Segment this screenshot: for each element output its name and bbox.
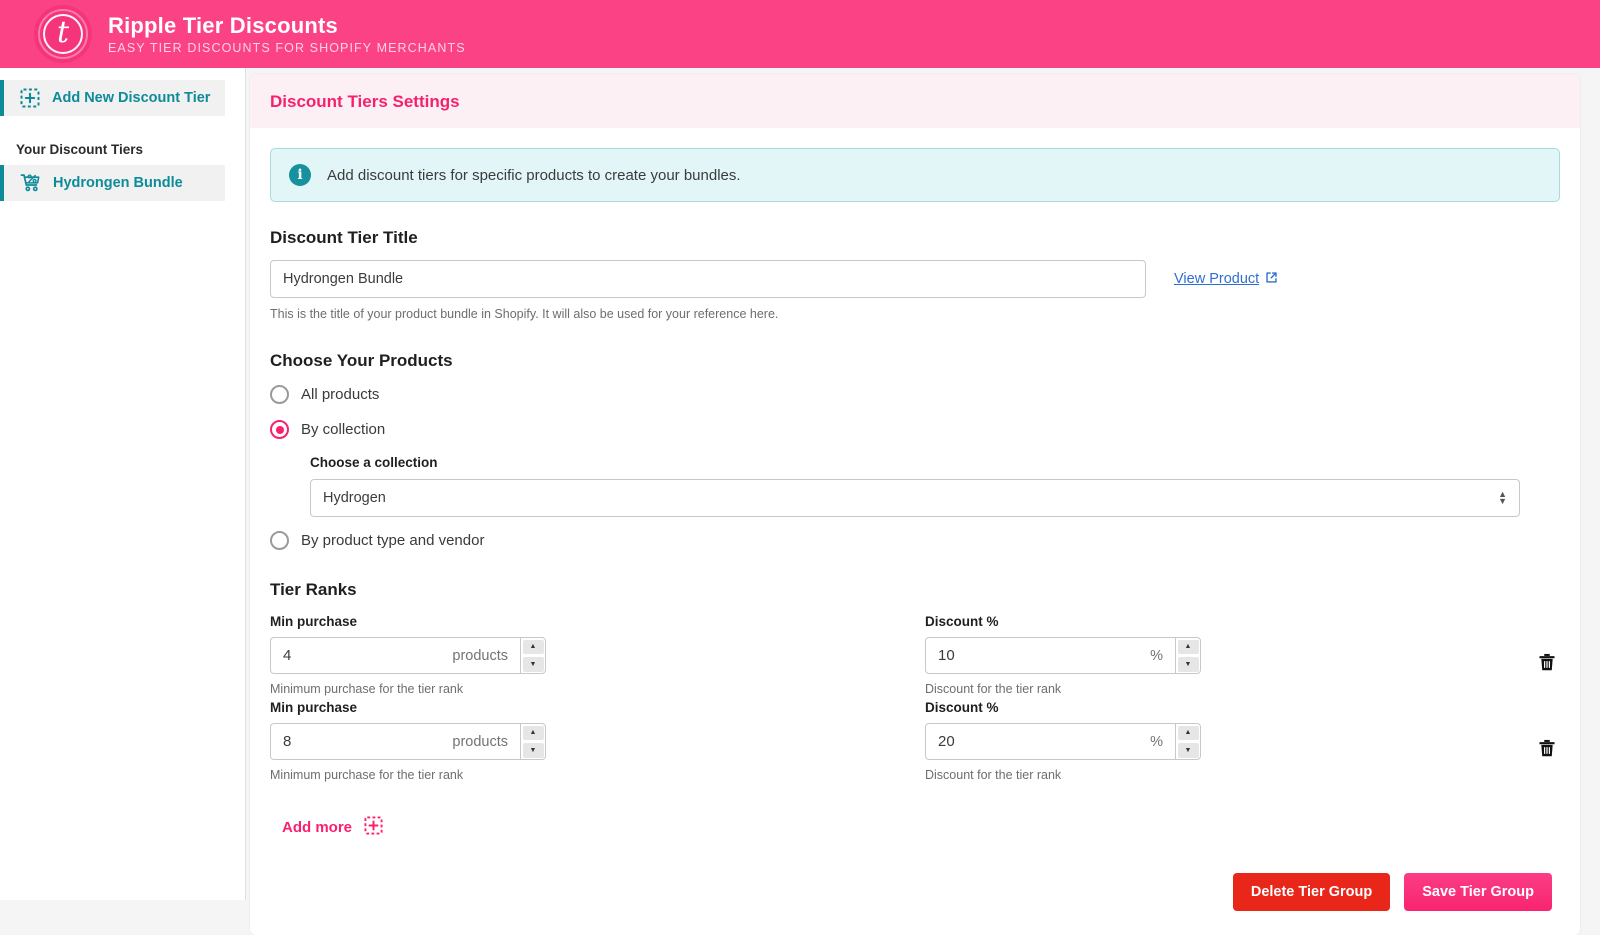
discount-input[interactable]: 20 % (925, 723, 1175, 760)
tier-rank-row: Min purchase 4 products ▲ ▼ Minimum purc… (270, 614, 1560, 696)
panel-header: Discount Tiers Settings (250, 74, 1580, 128)
discount-label: Discount % (925, 700, 999, 715)
add-more-label: Add more (282, 819, 353, 836)
tier-min-purchase-column: Min purchase 4 products ▲ ▼ Minimum purc… (270, 614, 925, 696)
min-purchase-input[interactable]: 4 products (270, 637, 520, 674)
radio-option-all-products[interactable]: All products (270, 385, 1560, 404)
trash-icon (1536, 653, 1558, 676)
min-purchase-stepper-wrap: 4 products ▲ ▼ (270, 637, 925, 674)
cart-percent-icon (20, 173, 41, 194)
discount-increment-button[interactable]: ▲ (1177, 639, 1199, 654)
logo-letter: t (56, 15, 70, 50)
body-area: Add New Discount Tier Your Discount Tier… (0, 68, 1600, 935)
panel-body: i Add discount tiers for specific produc… (250, 128, 1580, 911)
info-banner: i Add discount tiers for specific produc… (270, 148, 1560, 202)
discount-help: Discount for the tier rank (925, 768, 1062, 782)
radio-label-all-products: All products (301, 386, 380, 403)
ripple-circle-logo-icon: t (34, 5, 92, 63)
add-more-button[interactable]: Add more (282, 816, 383, 839)
choose-a-collection-label: Choose a collection (310, 455, 438, 470)
choose-your-products-heading: Choose Your Products (270, 351, 453, 370)
chevron-updown-icon: ▲ ▼ (1498, 488, 1507, 506)
info-circle-icon: i (289, 164, 311, 186)
min-purchase-label: Min purchase (270, 700, 358, 715)
radio-label-by-product-type-and-vendor: By product type and vendor (301, 532, 485, 549)
header-text-block: Ripple Tier Discounts EASY TIER DISCOUNT… (108, 13, 466, 55)
footer-actions: Delete Tier Group Save Tier Group (270, 873, 1560, 911)
add-new-discount-tier-label: Add New Discount Tier (52, 90, 211, 106)
min-purchase-stepper-wrap: 8 products ▲ ▼ (270, 723, 925, 760)
collection-select[interactable]: Hydrogen ▲ ▼ (310, 479, 1520, 517)
radio-icon-all-products (270, 385, 289, 404)
external-link-icon (1265, 271, 1278, 288)
tier-ranks-heading: Tier Ranks (270, 580, 357, 599)
trash-icon (1536, 739, 1558, 762)
min-purchase-stepper: ▲ ▼ (520, 723, 546, 760)
discount-tier-title-help: This is the title of your product bundle… (270, 307, 779, 321)
discount-label: Discount % (925, 614, 999, 629)
min-purchase-help: Minimum purchase for the tier rank (270, 768, 464, 782)
discount-increment-button[interactable]: ▲ (1177, 725, 1199, 740)
discount-stepper: ▲ ▼ (1175, 723, 1201, 760)
discount-decrement-button[interactable]: ▼ (1177, 657, 1199, 672)
tier-discount-column: Discount % 10 % ▲ ▼ Discount for the tie… (925, 614, 1525, 696)
add-new-discount-tier-button[interactable]: Add New Discount Tier (0, 80, 225, 116)
discount-tiers-panel: Discount Tiers Settings i Add discount t… (250, 74, 1580, 935)
discount-value: 10 (938, 647, 955, 664)
info-banner-text: Add discount tiers for specific products… (327, 166, 741, 184)
discount-suffix: % (1150, 647, 1163, 664)
min-purchase-stepper: ▲ ▼ (520, 637, 546, 674)
app-subtitle: EASY TIER DISCOUNTS FOR SHOPIFY MERCHANT… (108, 41, 466, 56)
sidebar: Add New Discount Tier Your Discount Tier… (0, 68, 246, 900)
discount-tier-title-heading: Discount Tier Title (270, 228, 418, 247)
tier-discount-column: Discount % 20 % ▲ ▼ Discount for the tie… (925, 700, 1525, 782)
min-purchase-suffix: products (452, 647, 508, 664)
discount-tier-title-input[interactable] (270, 260, 1146, 298)
min-purchase-input[interactable]: 8 products (270, 723, 520, 760)
radio-option-by-product-type-and-vendor[interactable]: By product type and vendor (270, 531, 1560, 550)
sidebar-item-hydrongen-bundle[interactable]: Hydrongen Bundle (0, 165, 225, 201)
dashed-square-plus-icon (364, 816, 383, 839)
sidebar-item-label: Hydrongen Bundle (53, 175, 183, 191)
save-tier-group-button[interactable]: Save Tier Group (1404, 873, 1552, 911)
app-header: t Ripple Tier Discounts EASY TIER DISCOU… (0, 0, 1600, 68)
tier-min-purchase-column: Min purchase 8 products ▲ ▼ Minimum purc… (270, 700, 925, 782)
tier-rank-row: Min purchase 8 products ▲ ▼ Minimum purc… (270, 700, 1560, 782)
discount-tier-title-row: View Product (270, 260, 1560, 298)
app-title: Ripple Tier Discounts (108, 12, 338, 38)
delete-tier-rank-button[interactable] (1534, 650, 1560, 676)
main-column: Discount Tiers Settings i Add discount t… (246, 68, 1600, 935)
discount-value: 20 (938, 733, 955, 750)
view-product-link[interactable]: View Product (1174, 271, 1278, 288)
min-purchase-decrement-button[interactable]: ▼ (522, 743, 544, 758)
delete-tier-rank-button[interactable] (1534, 736, 1560, 762)
min-purchase-label: Min purchase (270, 614, 358, 629)
dashed-square-plus-icon (20, 88, 40, 108)
discount-stepper-wrap: 20 % ▲ ▼ (925, 723, 1525, 760)
radio-icon-by-product-type-and-vendor (270, 531, 289, 550)
min-purchase-value: 4 (283, 647, 292, 664)
discount-decrement-button[interactable]: ▼ (1177, 743, 1199, 758)
radio-icon-by-collection (270, 420, 289, 439)
sidebar-section-label: Your Discount Tiers (16, 142, 144, 157)
page-title: Discount Tiers Settings (270, 92, 460, 111)
min-purchase-decrement-button[interactable]: ▼ (522, 657, 544, 672)
min-purchase-help: Minimum purchase for the tier rank (270, 682, 464, 696)
discount-stepper-wrap: 10 % ▲ ▼ (925, 637, 1525, 674)
min-purchase-increment-button[interactable]: ▲ (522, 725, 544, 740)
view-product-label: View Product (1174, 271, 1260, 287)
delete-tier-group-button[interactable]: Delete Tier Group (1232, 873, 1391, 911)
discount-help: Discount for the tier rank (925, 682, 1062, 696)
min-purchase-suffix: products (452, 733, 508, 750)
collection-block: Choose a collection Hydrogen ▲ ▼ (310, 455, 1560, 517)
min-purchase-increment-button[interactable]: ▲ (522, 639, 544, 654)
radio-label-by-collection: By collection (301, 421, 386, 438)
discount-stepper: ▲ ▼ (1175, 637, 1201, 674)
radio-option-by-collection[interactable]: By collection (270, 420, 1560, 439)
discount-suffix: % (1150, 733, 1163, 750)
min-purchase-value: 8 (283, 733, 292, 750)
collection-select-value: Hydrogen (323, 490, 386, 506)
discount-input[interactable]: 10 % (925, 637, 1175, 674)
